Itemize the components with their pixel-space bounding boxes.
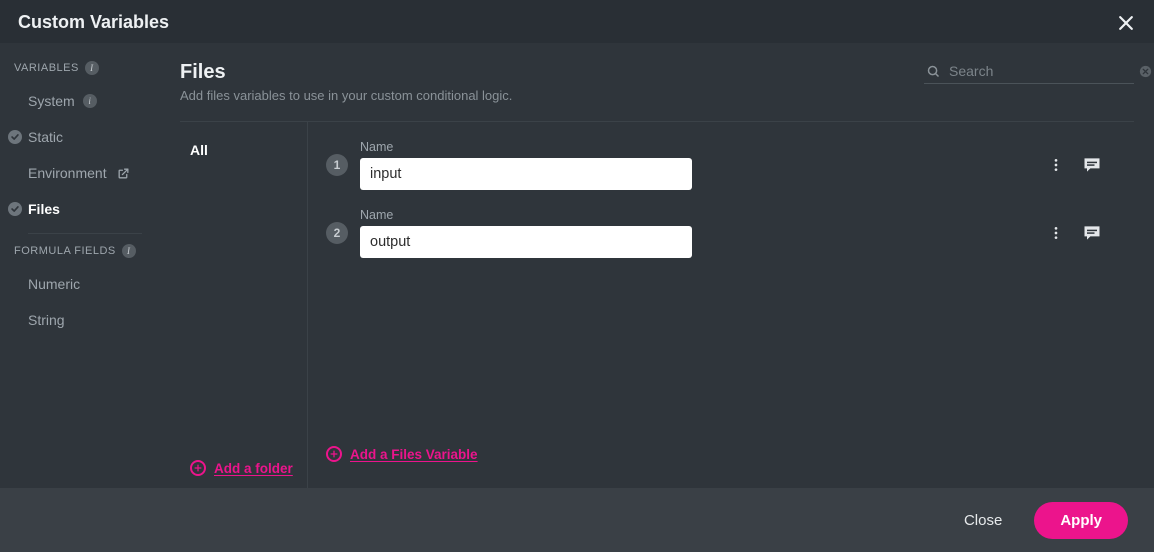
- add-folder-label: Add a folder: [214, 461, 293, 476]
- sidebar-item-label: Static: [28, 129, 63, 145]
- sidebar-item-label: Numeric: [28, 276, 80, 292]
- sidebar-item-numeric[interactable]: Numeric: [0, 266, 160, 302]
- content-area: All Add a folder 1: [180, 122, 1134, 488]
- close-icon[interactable]: [1116, 13, 1136, 33]
- sidebar-section-variables-label: VARIABLES: [14, 62, 79, 74]
- name-input[interactable]: [360, 226, 692, 258]
- sidebar-item-environment[interactable]: Environment: [0, 155, 160, 191]
- more-icon[interactable]: [1048, 157, 1064, 173]
- sidebar-item-system[interactable]: System i: [0, 83, 160, 119]
- info-icon[interactable]: i: [122, 244, 136, 258]
- info-icon: i: [83, 94, 97, 108]
- sidebar-item-label: Files: [28, 201, 60, 217]
- main-header: Files Add files variables to use in your…: [180, 61, 1134, 103]
- sidebar-section-formula-label: FORMULA FIELDS: [14, 245, 116, 257]
- sidebar-item-label: Environment: [28, 165, 107, 181]
- check-icon: [8, 202, 22, 216]
- apply-button[interactable]: Apply: [1034, 502, 1128, 539]
- name-field: Name: [360, 208, 692, 258]
- more-icon[interactable]: [1048, 225, 1064, 241]
- sidebar-divider: [28, 233, 142, 234]
- row-number-badge: 1: [326, 154, 348, 176]
- add-folder-button[interactable]: Add a folder: [190, 460, 295, 476]
- clear-search-icon[interactable]: [1138, 64, 1153, 79]
- name-field-label: Name: [360, 208, 692, 222]
- plus-icon: [190, 460, 206, 476]
- dialog-title: Custom Variables: [18, 12, 169, 33]
- plus-icon: [326, 446, 342, 462]
- row-number-badge: 2: [326, 222, 348, 244]
- close-button[interactable]: Close: [954, 504, 1012, 537]
- custom-variables-dialog: Custom Variables VARIABLES i System i St…: [0, 0, 1154, 552]
- add-variable-label: Add a Files Variable: [350, 447, 478, 462]
- main-header-left: Files Add files variables to use in your…: [180, 61, 512, 103]
- variables-column: 1 Name: [308, 122, 1134, 488]
- sidebar-item-label: String: [28, 312, 65, 328]
- name-input[interactable]: [360, 158, 692, 190]
- row-actions: [1048, 223, 1126, 243]
- variable-row: 2 Name: [326, 202, 1126, 270]
- info-icon[interactable]: i: [85, 61, 99, 75]
- search-input[interactable]: [949, 63, 1130, 79]
- sidebar: VARIABLES i System i Static Environment: [0, 43, 160, 488]
- dialog-header: Custom Variables: [0, 0, 1154, 43]
- folder-all[interactable]: All: [190, 140, 295, 160]
- dialog-footer: Close Apply: [0, 488, 1154, 552]
- sidebar-section-formula: FORMULA FIELDS i: [0, 244, 160, 266]
- sidebar-item-files[interactable]: Files: [0, 191, 160, 227]
- search-box[interactable]: [924, 61, 1134, 84]
- variable-row: 1 Name: [326, 134, 1126, 202]
- check-icon: [8, 130, 22, 144]
- folder-label: All: [190, 142, 208, 158]
- main-panel: Files Add files variables to use in your…: [160, 43, 1154, 488]
- comment-icon[interactable]: [1082, 223, 1102, 243]
- search-icon: [926, 64, 941, 79]
- sidebar-item-static[interactable]: Static: [0, 119, 160, 155]
- folders-column: All Add a folder: [180, 122, 308, 488]
- page-title: Files: [180, 61, 512, 84]
- name-field: Name: [360, 140, 692, 190]
- sidebar-section-variables: VARIABLES i: [0, 61, 160, 83]
- sidebar-item-string[interactable]: String: [0, 302, 160, 338]
- page-subtitle: Add files variables to use in your custo…: [180, 88, 512, 103]
- sidebar-item-label: System: [28, 93, 75, 109]
- add-variable-button[interactable]: Add a Files Variable: [326, 446, 1126, 462]
- dialog-body: VARIABLES i System i Static Environment: [0, 43, 1154, 488]
- row-actions: [1048, 155, 1126, 175]
- external-link-icon: [117, 167, 130, 180]
- variables-footer: Add a Files Variable: [326, 436, 1126, 476]
- comment-icon[interactable]: [1082, 155, 1102, 175]
- name-field-label: Name: [360, 140, 692, 154]
